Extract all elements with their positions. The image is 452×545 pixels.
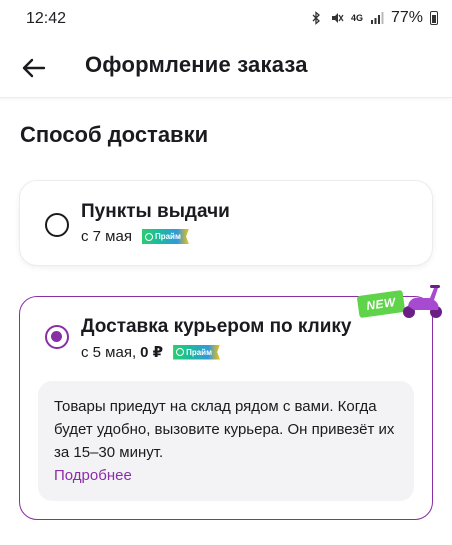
battery-icon (430, 11, 438, 25)
info-text: Товары приедут на склад рядом с вами. Ко… (54, 398, 395, 461)
prime-badge: Прайм (141, 229, 189, 244)
prime-icon (144, 232, 153, 241)
section-title: Способ доставки (20, 122, 209, 147)
delivery-option-courier[interactable]: Доставка курьером по клику с 5 мая, 0 ₽ … (19, 296, 433, 520)
option-date: с 7 мая (81, 228, 132, 245)
app-bar: Оформление заказа (0, 38, 452, 98)
network-type: 4G (350, 13, 363, 23)
signal-icon (370, 12, 384, 24)
mute-icon (331, 13, 344, 23)
radio-selected[interactable] (45, 325, 69, 349)
option-subtitle: с 7 мая Прайм (81, 228, 189, 245)
back-arrow-icon[interactable] (18, 52, 50, 84)
status-time: 12:42 (26, 10, 67, 27)
delivery-option-pickup[interactable]: Пункты выдачи с 7 мая Прайм (19, 180, 433, 266)
radio-unselected[interactable] (45, 213, 69, 237)
status-bar: 12:42 4G 77% (0, 0, 452, 38)
bluetooth-icon (312, 11, 320, 25)
scooter-icon (403, 285, 442, 318)
option-title: Пункты выдачи (81, 201, 230, 222)
option-date: с 5 мая, (81, 343, 137, 361)
prime-label: Прайм (186, 347, 212, 357)
page-title: Оформление заказа (85, 52, 308, 77)
battery-percent: 77% (390, 9, 423, 26)
delivery-info-box: Товары приедут на склад рядом с вами. Ко… (38, 381, 414, 501)
option-title: Доставка курьером по клику (81, 316, 352, 337)
option-price: 0 ₽ (140, 344, 164, 361)
status-icons: 4G 77% (309, 9, 438, 27)
prime-label: Прайм (154, 232, 181, 241)
prime-badge: Прайм (173, 344, 220, 360)
option-subtitle: с 5 мая, 0 ₽ Прайм (81, 343, 220, 361)
more-link[interactable]: Подробнее (54, 464, 132, 487)
prime-icon (176, 348, 185, 356)
